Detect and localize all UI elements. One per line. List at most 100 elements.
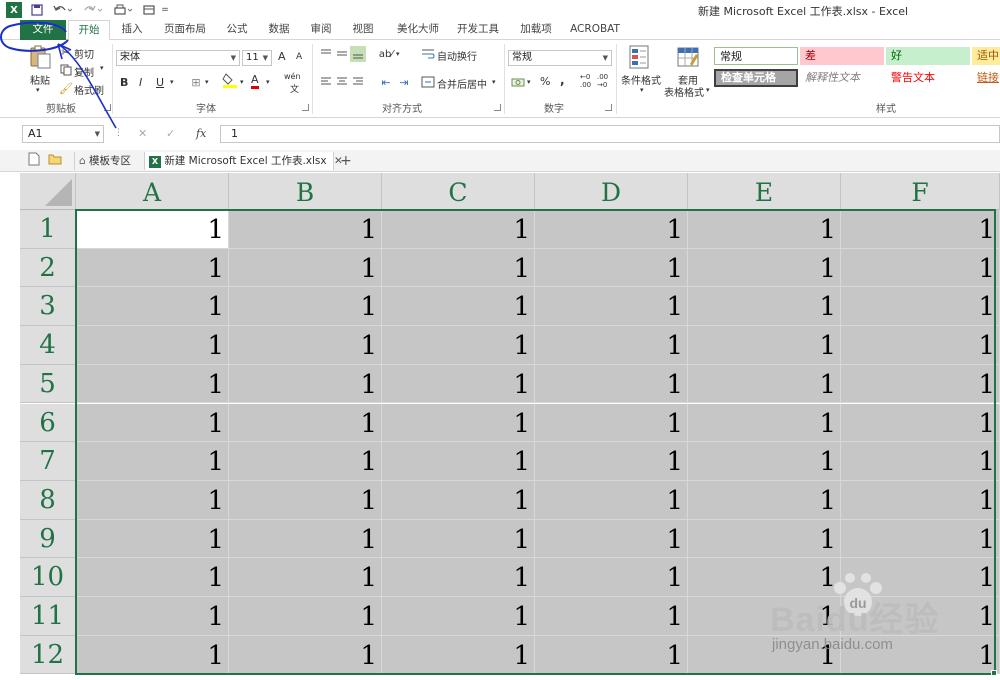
row-header-10[interactable]: 10 [20, 558, 76, 597]
cell-e11[interactable]: 1 [688, 597, 841, 636]
fill-color-icon[interactable] [222, 72, 238, 88]
cell-e12[interactable]: 1 [688, 635, 841, 675]
cell-e1[interactable]: 1 [688, 210, 841, 249]
border-dropdown-icon[interactable]: ▾ [205, 78, 209, 86]
fill-handle[interactable] [991, 670, 997, 676]
cell-b9[interactable]: 1 [229, 519, 382, 559]
cell-f12[interactable]: 1 [841, 635, 1000, 675]
cell-f1[interactable]: 1 [841, 210, 1000, 249]
cell-a10[interactable]: 1 [76, 558, 229, 597]
cell-e3[interactable]: 1 [688, 287, 841, 327]
style-explanatory[interactable]: 解释性文本 [800, 69, 884, 87]
cell-e6[interactable]: 1 [688, 403, 841, 443]
cell-f3[interactable]: 1 [841, 287, 1000, 327]
cell-d3[interactable]: 1 [535, 287, 688, 327]
font-color-dropdown-icon[interactable]: ▾ [266, 78, 270, 86]
cell-b11[interactable]: 1 [229, 597, 382, 636]
phonetic-button[interactable]: wén [284, 72, 301, 81]
grow-font-button[interactable]: A [278, 50, 286, 63]
cell-c3[interactable]: 1 [382, 287, 535, 327]
cell-f7[interactable]: 1 [841, 442, 1000, 481]
tab-acrobat[interactable]: ACROBAT [566, 20, 624, 40]
cell-f6[interactable]: 1 [841, 403, 1000, 443]
format-as-table-line2[interactable]: 表格格式 [664, 84, 704, 99]
cell-f5[interactable]: 1 [841, 364, 1000, 404]
cell-f11[interactable]: 1 [841, 597, 1000, 636]
cell-d12[interactable]: 1 [535, 635, 688, 675]
cell-f8[interactable]: 1 [841, 480, 1000, 520]
merge-dropdown-icon[interactable]: ▾ [492, 78, 496, 86]
column-header-d[interactable]: D [535, 173, 688, 210]
cell-a6[interactable]: 1 [76, 403, 229, 443]
style-link[interactable]: 链接 [972, 69, 1000, 87]
column-header-f[interactable]: F [841, 173, 1000, 210]
file-tab[interactable]: X 新建 Microsoft Excel 工作表.xlsx ✕ [144, 152, 343, 170]
cell-c12[interactable]: 1 [382, 635, 535, 675]
select-all-corner[interactable] [20, 173, 76, 210]
cell-c8[interactable]: 1 [382, 480, 535, 520]
cell-a5[interactable]: 1 [76, 364, 229, 404]
cell-a12[interactable]: 1 [76, 635, 229, 675]
style-check-cell[interactable]: 检查单元格 [714, 69, 798, 87]
border-icon[interactable]: ⊞ [188, 74, 204, 90]
row-header-3[interactable]: 3 [20, 287, 76, 327]
open-folder-icon[interactable] [48, 152, 62, 170]
cell-b2[interactable]: 1 [229, 248, 382, 288]
formula-input[interactable]: 1 [220, 125, 1000, 143]
cell-d2[interactable]: 1 [535, 248, 688, 288]
align-bottom-icon[interactable] [350, 46, 366, 62]
style-neutral[interactable]: 适中 [972, 47, 1000, 65]
tab-developer[interactable]: 开发工具 [452, 20, 504, 40]
column-header-b[interactable]: B [229, 173, 382, 210]
cell-a7[interactable]: 1 [76, 442, 229, 481]
cell-b6[interactable]: 1 [229, 403, 382, 443]
row-header-8[interactable]: 8 [20, 480, 76, 520]
cell-e10[interactable]: 1 [688, 558, 841, 597]
row-header-11[interactable]: 11 [20, 597, 76, 636]
cell-a3[interactable]: 1 [76, 287, 229, 327]
cell-c7[interactable]: 1 [382, 442, 535, 481]
cell-a9[interactable]: 1 [76, 519, 229, 559]
underline-button[interactable]: U [156, 76, 164, 89]
number-launcher-icon[interactable] [605, 104, 612, 111]
format-as-table-icon[interactable] [676, 44, 700, 70]
cell-d4[interactable]: 1 [535, 326, 688, 365]
cell-f10[interactable]: 1 [841, 558, 1000, 597]
view-icon[interactable] [142, 2, 156, 18]
conditional-format-icon[interactable] [628, 44, 652, 70]
tab-beautify[interactable]: 美化大师 [390, 20, 446, 40]
align-top-icon[interactable] [318, 46, 334, 62]
increase-decimal-button[interactable]: ←0 .00 [580, 73, 594, 89]
cell-d9[interactable]: 1 [535, 519, 688, 559]
row-header-12[interactable]: 12 [20, 635, 76, 675]
cell-d6[interactable]: 1 [535, 403, 688, 443]
number-format-select[interactable]: 常规 ▼ [508, 50, 612, 66]
cell-c9[interactable]: 1 [382, 519, 535, 559]
column-header-e[interactable]: E [688, 173, 841, 210]
enter-button[interactable]: ✓ [166, 127, 175, 140]
format-as-table-dropdown-icon[interactable]: ▾ [706, 86, 710, 94]
cell-d7[interactable]: 1 [535, 442, 688, 481]
cell-b8[interactable]: 1 [229, 480, 382, 520]
cell-c4[interactable]: 1 [382, 326, 535, 365]
cell-e5[interactable]: 1 [688, 364, 841, 404]
cell-c10[interactable]: 1 [382, 558, 535, 597]
cell-b5[interactable]: 1 [229, 364, 382, 404]
cell-d8[interactable]: 1 [535, 480, 688, 520]
cell-e4[interactable]: 1 [688, 326, 841, 365]
column-header-c[interactable]: C [382, 173, 535, 210]
cell-b7[interactable]: 1 [229, 442, 382, 481]
add-tab-button[interactable]: + [340, 152, 352, 170]
cell-b10[interactable]: 1 [229, 558, 382, 597]
align-left-icon[interactable] [318, 74, 334, 90]
tab-review[interactable]: 审阅 [304, 20, 338, 40]
decrease-indent-icon[interactable]: ⇤ [378, 74, 394, 90]
orientation-icon[interactable]: ab⁄ [378, 46, 394, 62]
decrease-decimal-button[interactable]: .00 →0 [597, 73, 611, 89]
cell-f2[interactable]: 1 [841, 248, 1000, 288]
cell-b4[interactable]: 1 [229, 326, 382, 365]
cell-e2[interactable]: 1 [688, 248, 841, 288]
align-center-icon[interactable] [334, 74, 350, 90]
conditional-format-button[interactable]: 条件格式 [621, 72, 661, 87]
orientation-dropdown-icon[interactable]: ▾ [396, 50, 400, 58]
